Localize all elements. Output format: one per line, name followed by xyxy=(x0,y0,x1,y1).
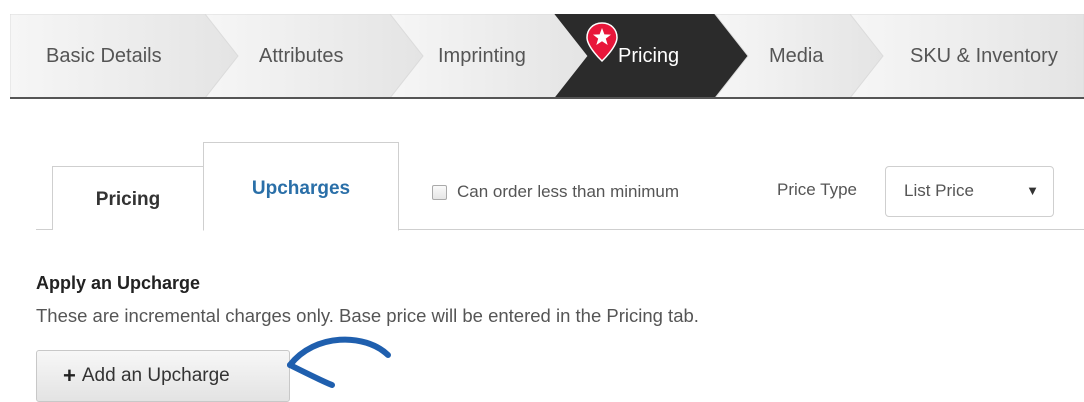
price-type-label: Price Type xyxy=(777,180,858,199)
caret-down-icon: ▼ xyxy=(1026,183,1039,198)
price-type-select[interactable]: List Price ▼ xyxy=(885,166,1054,217)
min-order-label[interactable]: Can order less than minimum xyxy=(457,182,679,202)
min-order-checkbox-group[interactable]: Can order less than minimum xyxy=(432,181,679,203)
plus-icon: + xyxy=(63,363,76,388)
add-upcharge-button[interactable]: + Add an Upcharge xyxy=(36,350,290,402)
add-upcharge-label: Add an Upcharge xyxy=(81,365,230,386)
star-map-pin-icon xyxy=(586,22,618,62)
section-description: These are incremental charges only. Base… xyxy=(36,305,699,326)
step-label-attributes[interactable]: Attributes xyxy=(259,14,343,98)
step-label-sku-inventory[interactable]: SKU & Inventory xyxy=(910,14,1058,98)
step-label-media[interactable]: Media xyxy=(769,14,823,98)
steps-divider xyxy=(10,97,1084,99)
step-label-basic-details[interactable]: Basic Details xyxy=(46,14,162,98)
section-title: Apply an Upcharge xyxy=(36,273,201,293)
step-label-pricing[interactable]: Pricing xyxy=(618,14,679,98)
hand-drawn-arrow-icon xyxy=(287,336,391,388)
price-type-value: List Price xyxy=(904,181,974,200)
wizard-steps: Basic Details Attributes Imprinting Pric… xyxy=(10,14,1084,98)
tab-upcharges[interactable]: Upcharges xyxy=(203,142,399,231)
tab-pricing[interactable]: Pricing xyxy=(52,166,204,230)
min-order-checkbox[interactable] xyxy=(432,184,447,200)
step-label-imprinting[interactable]: Imprinting xyxy=(438,14,526,98)
